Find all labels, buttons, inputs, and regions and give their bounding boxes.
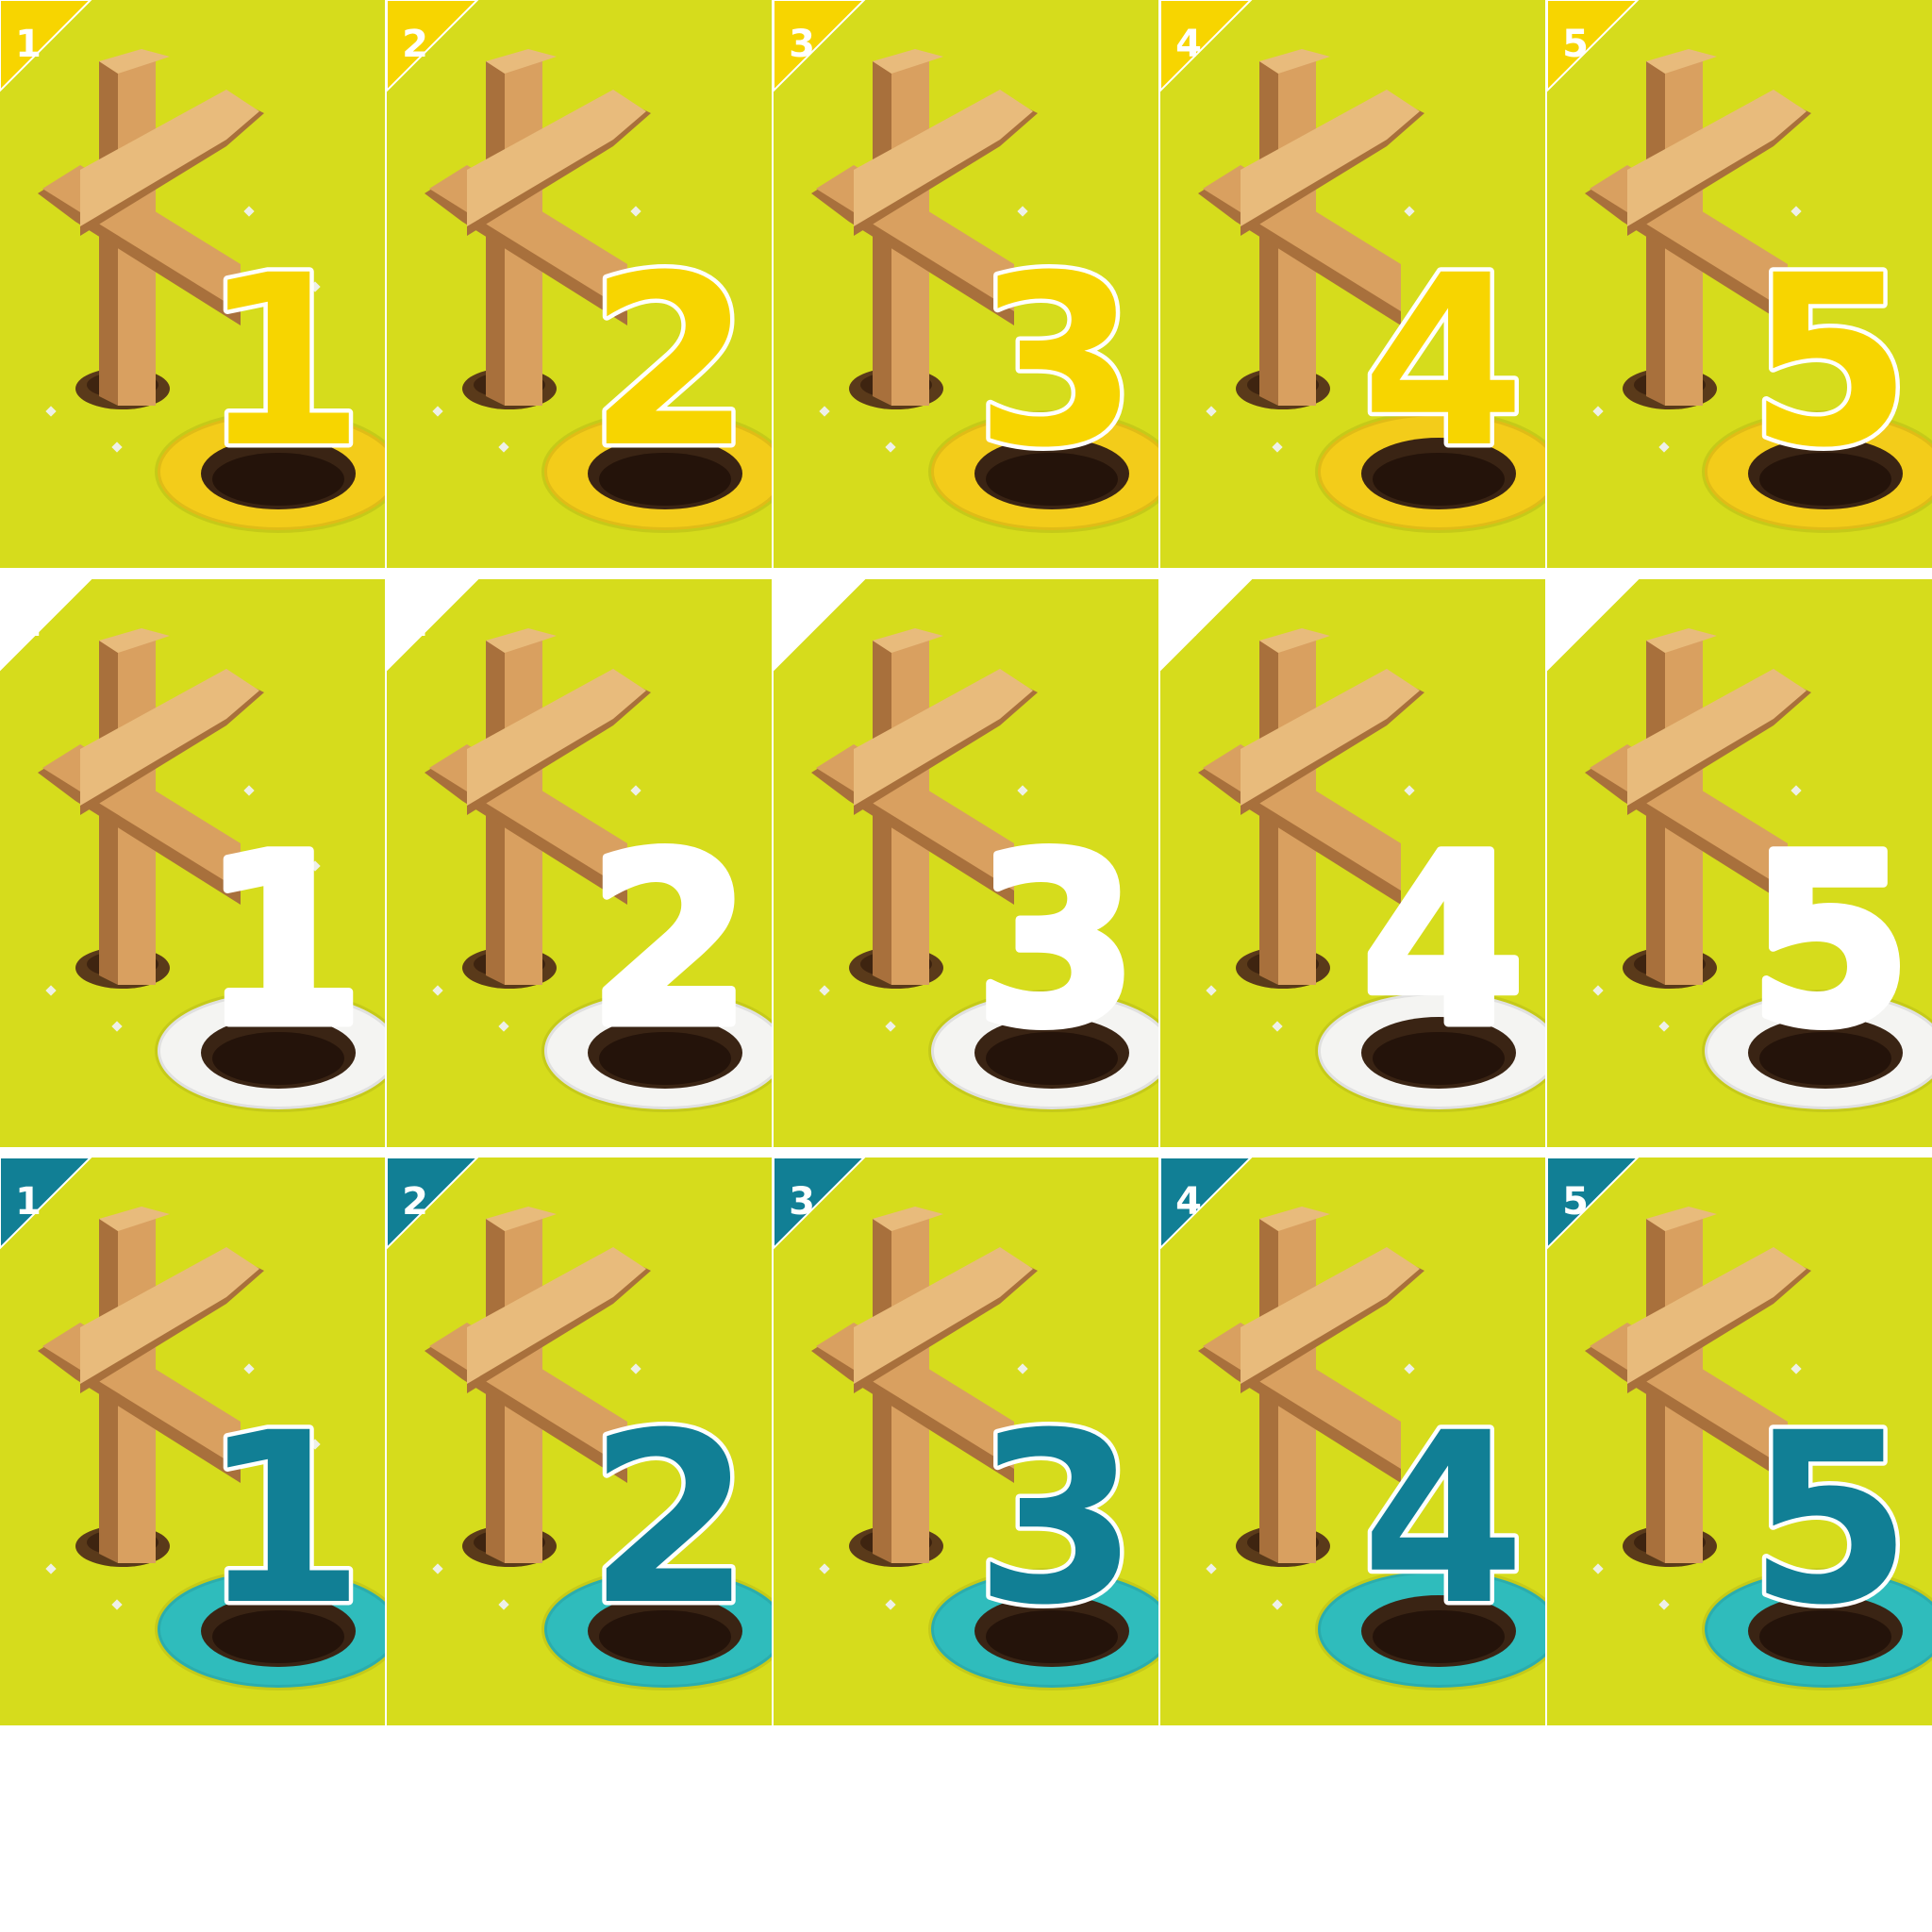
big-number: 4 — [1361, 225, 1525, 499]
number-card-white-4: 44 — [1160, 579, 1545, 1147]
card-art: 22 — [387, 1158, 772, 1725]
number-card-white-5: 55 — [1547, 579, 1932, 1147]
corner-index-number: 2 — [402, 23, 428, 66]
card-art: 33 — [774, 0, 1158, 568]
card-art: 55 — [1547, 1158, 1932, 1725]
big-number: 4 — [1361, 804, 1525, 1078]
card-row-teal: 1122334455 — [0, 1158, 1932, 1725]
big-number: 5 — [1748, 225, 1912, 499]
big-number: 2 — [588, 804, 752, 1078]
number-card-yellow-5: 55 — [1547, 0, 1932, 568]
number-card-yellow-2: 22 — [387, 0, 772, 568]
big-number: 5 — [1748, 804, 1912, 1078]
corner-index-number: 4 — [1175, 23, 1202, 66]
card-art: 11 — [0, 579, 385, 1147]
card-art: 44 — [1160, 1158, 1545, 1725]
card-row-yellow: 1122334455 — [0, 0, 1932, 568]
big-number: 1 — [201, 1382, 365, 1657]
card-art: 22 — [387, 0, 772, 568]
big-number: 3 — [974, 225, 1139, 499]
big-number: 3 — [974, 1382, 1139, 1657]
big-number: 4 — [1361, 1382, 1525, 1657]
corner-index-number: 5 — [1562, 602, 1589, 645]
number-card-white-1: 11 — [0, 579, 385, 1147]
corner-index-number: 5 — [1562, 1180, 1589, 1224]
corner-index-number: 3 — [789, 23, 815, 66]
card-art: 33 — [774, 579, 1158, 1147]
corner-index-number: 2 — [402, 1180, 428, 1224]
number-card-teal-2: 22 — [387, 1158, 772, 1725]
card-art: 44 — [1160, 0, 1545, 568]
card-sheet: 1122334455 1122334455 1122334455 — [0, 0, 1932, 1725]
card-art: 22 — [387, 579, 772, 1147]
card-art: 11 — [0, 1158, 385, 1725]
big-number: 1 — [201, 804, 365, 1078]
corner-index-number: 3 — [789, 1180, 815, 1224]
card-art: 44 — [1160, 579, 1545, 1147]
card-art: 33 — [774, 1158, 1158, 1725]
number-card-white-3: 33 — [774, 579, 1158, 1147]
corner-index-number: 5 — [1562, 23, 1589, 66]
number-card-yellow-3: 33 — [774, 0, 1158, 568]
number-card-teal-1: 11 — [0, 1158, 385, 1725]
corner-index-number: 1 — [15, 602, 42, 645]
big-number: 2 — [588, 225, 752, 499]
corner-index-number: 2 — [402, 602, 428, 645]
corner-index-number: 1 — [15, 23, 42, 66]
number-card-teal-4: 44 — [1160, 1158, 1545, 1725]
card-art: 55 — [1547, 0, 1932, 568]
card-row-white: 1122334455 — [0, 579, 1932, 1147]
corner-index-number: 3 — [789, 602, 815, 645]
big-number: 3 — [974, 804, 1139, 1078]
number-card-teal-5: 55 — [1547, 1158, 1932, 1725]
number-card-yellow-4: 44 — [1160, 0, 1545, 568]
big-number: 1 — [201, 225, 365, 499]
corner-index-number: 4 — [1175, 1180, 1202, 1224]
corner-index-number: 4 — [1175, 602, 1202, 645]
big-number: 5 — [1748, 1382, 1912, 1657]
number-card-white-2: 22 — [387, 579, 772, 1147]
card-art: 11 — [0, 0, 385, 568]
card-art: 55 — [1547, 579, 1932, 1147]
big-number: 2 — [588, 1382, 752, 1657]
corner-index-number: 1 — [15, 1180, 42, 1224]
number-card-yellow-1: 11 — [0, 0, 385, 568]
number-card-teal-3: 33 — [774, 1158, 1158, 1725]
